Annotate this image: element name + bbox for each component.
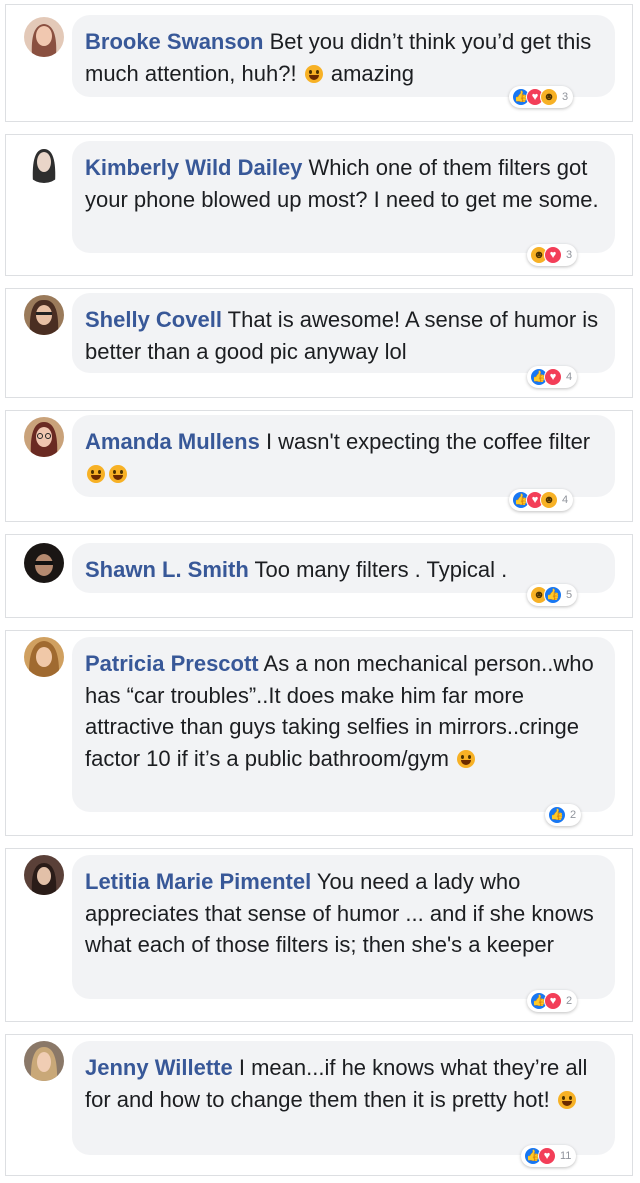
comment-bubble: Shelly Covell That is awesome! A sense o… [72,293,615,373]
avatar[interactable] [24,17,64,57]
avatar[interactable] [24,295,64,335]
reaction-count: 3 [566,249,573,261]
haha-icon: ☻ [540,491,558,509]
commenter-name[interactable]: Patricia Prescott [85,651,259,676]
laughing-emoji-icon [304,64,323,83]
like-icon: 👍 [548,806,566,824]
reaction-count: 2 [566,995,573,1007]
comment-bubble: Brooke Swanson Bet you didn’t think you’… [72,15,615,97]
comment-card: Brooke Swanson Bet you didn’t think you’… [5,4,633,122]
comment-card: Letitia Marie Pimentel You need a lady w… [5,848,633,1022]
haha-icon: ☻ [540,88,558,106]
commenter-name[interactable]: Kimberly Wild Dailey [85,155,302,180]
reaction-count: 2 [570,809,577,821]
comment-card: Shelly Covell That is awesome! A sense o… [5,288,633,398]
avatar[interactable] [24,143,64,183]
comment-bubble: Amanda Mullens I wasn't expecting the co… [72,415,615,497]
comment-text-end: amazing [330,60,414,86]
comment-bubble: Letitia Marie Pimentel You need a lady w… [72,855,615,999]
reaction-summary[interactable]: 👍 2 [545,804,582,826]
comment-bubble: Kimberly Wild Dailey Which one of them f… [72,141,615,253]
reaction-count: 5 [566,589,573,601]
comment-bubble: Jenny Willette I mean...if he knows what… [72,1041,615,1155]
love-icon: ♥ [538,1147,556,1165]
comment-text: I wasn't expecting the coffee filter [265,429,591,454]
reaction-summary[interactable]: 👍 ♥ 11 [521,1145,577,1167]
rofl-emoji-icon [109,464,127,483]
woman-facepalm-emoji-icon [457,749,476,768]
comment-card: Patricia Prescott As a non mechanical pe… [5,630,633,836]
comment-card: Shawn L. Smith Too many filters . Typica… [5,534,633,618]
avatar[interactable] [24,543,64,583]
reaction-summary[interactable]: 👍 ♥ ☻ 3 [509,86,574,108]
commenter-name[interactable]: Shawn L. Smith [85,557,249,582]
comment-card: Kimberly Wild Dailey Which one of them f… [5,134,633,276]
comment-card: Jenny Willette I mean...if he knows what… [5,1034,633,1176]
love-icon: ♥ [544,368,562,386]
laughing-emoji-icon [557,1090,576,1109]
laughing-emoji-icon [87,464,105,483]
commenter-name[interactable]: Amanda Mullens [85,429,260,454]
avatar[interactable] [24,855,64,895]
commenter-name[interactable]: Brooke Swanson [85,29,263,54]
reaction-summary[interactable]: 👍 ♥ 2 [527,990,578,1012]
reaction-count: 3 [562,91,569,103]
avatar[interactable] [24,1041,64,1081]
comment-bubble: Patricia Prescott As a non mechanical pe… [72,637,615,812]
reaction-count: 4 [562,494,569,506]
avatar[interactable] [24,417,64,457]
commenter-name[interactable]: Letitia Marie Pimentel [85,869,311,894]
like-icon: 👍 [544,586,562,604]
reaction-summary[interactable]: 👍 ♥ 4 [527,366,578,388]
commenter-name[interactable]: Jenny Willette [85,1055,233,1080]
comment-text: Too many filters . Typical . [254,557,508,582]
reaction-summary[interactable]: ☻ ♥ 3 [527,244,578,266]
reaction-summary[interactable]: ☻ 👍 5 [527,584,578,606]
reaction-summary[interactable]: 👍 ♥ ☻ 4 [509,489,574,511]
love-icon: ♥ [544,246,562,264]
reaction-count: 11 [560,1150,572,1162]
comment-card: Amanda Mullens I wasn't expecting the co… [5,410,633,522]
commenter-name[interactable]: Shelly Covell [85,307,222,332]
reaction-count: 4 [566,371,573,383]
love-icon: ♥ [544,992,562,1010]
avatar[interactable] [24,637,64,677]
